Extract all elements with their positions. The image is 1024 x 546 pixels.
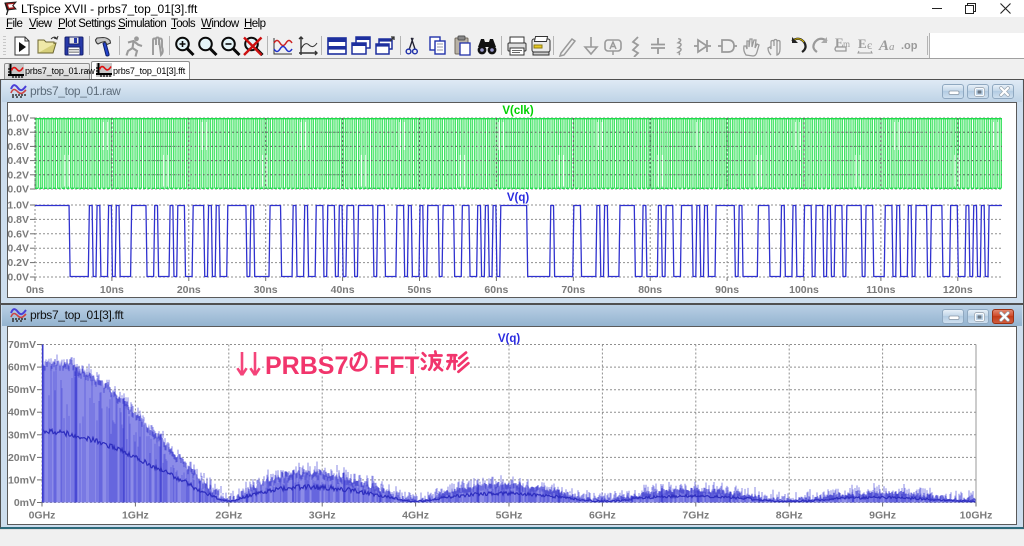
svg-text:70ns: 70ns [561, 284, 585, 296]
svg-text:20mV: 20mV [8, 452, 36, 464]
svg-text:1.0V: 1.0V [8, 200, 29, 212]
svg-text:V(clk): V(clk) [502, 105, 533, 117]
svg-text:0.8V: 0.8V [8, 127, 29, 139]
svg-text:8GHz: 8GHz [776, 510, 803, 522]
svg-text:7GHz: 7GHz [682, 510, 709, 522]
svg-text:A: A [878, 38, 889, 54]
svg-text:10mV: 10mV [8, 474, 36, 486]
svg-text:10ns: 10ns [100, 284, 124, 296]
svg-text:60mV: 60mV [8, 362, 36, 374]
svg-text:0.0V: 0.0V [8, 272, 29, 284]
svg-text:0GHz: 0GHz [29, 510, 56, 522]
svg-text:0.4V: 0.4V [8, 155, 29, 167]
svg-text:10GHz: 10GHz [960, 510, 993, 522]
svg-text:50ns: 50ns [408, 284, 432, 296]
svg-text:FFT: FFT [374, 352, 420, 380]
svg-text:0.2V: 0.2V [8, 169, 29, 181]
svg-text:20ns: 20ns [177, 284, 201, 296]
svg-text:1GHz: 1GHz [122, 510, 149, 522]
svg-text:0.0V: 0.0V [8, 184, 29, 196]
svg-text:110ns: 110ns [866, 284, 895, 296]
svg-text:90ns: 90ns [715, 284, 739, 296]
svg-text:0.6V: 0.6V [8, 141, 29, 153]
svg-text:80ns: 80ns [638, 284, 662, 296]
svg-text:70mV: 70mV [8, 339, 36, 351]
svg-text:.op: .op [901, 40, 918, 52]
svg-text:a: a [889, 41, 895, 53]
svg-text:0.6V: 0.6V [8, 228, 29, 240]
svg-text:0.8V: 0.8V [8, 214, 29, 226]
svg-text:є: є [867, 38, 872, 52]
svg-text:0.4V: 0.4V [8, 243, 29, 255]
svg-text:50mV: 50mV [8, 384, 36, 396]
svg-text:PRBS7: PRBS7 [265, 352, 348, 380]
svg-text:0ns: 0ns [26, 284, 44, 296]
svg-text:30ns: 30ns [254, 284, 278, 296]
svg-text:m: m [843, 39, 850, 49]
svg-text:4GHz: 4GHz [402, 510, 429, 522]
svg-text:3GHz: 3GHz [309, 510, 336, 522]
svg-text:60ns: 60ns [484, 284, 508, 296]
svg-text:9GHz: 9GHz [869, 510, 896, 522]
svg-text:6GHz: 6GHz [589, 510, 616, 522]
svg-text:0mV: 0mV [14, 497, 36, 509]
svg-text:120ns: 120ns [943, 284, 973, 296]
svg-text:40ns: 40ns [331, 284, 355, 296]
svg-text:1.0V: 1.0V [8, 113, 29, 125]
svg-text:E: E [858, 36, 867, 51]
svg-text:30mV: 30mV [8, 429, 36, 441]
svg-text:5GHz: 5GHz [496, 510, 523, 522]
svg-text:40mV: 40mV [8, 407, 36, 419]
svg-text:2GHz: 2GHz [215, 510, 242, 522]
svg-text:100ns: 100ns [789, 284, 819, 296]
svg-text:0.2V: 0.2V [8, 257, 29, 269]
svg-text:V(q): V(q) [507, 192, 530, 204]
